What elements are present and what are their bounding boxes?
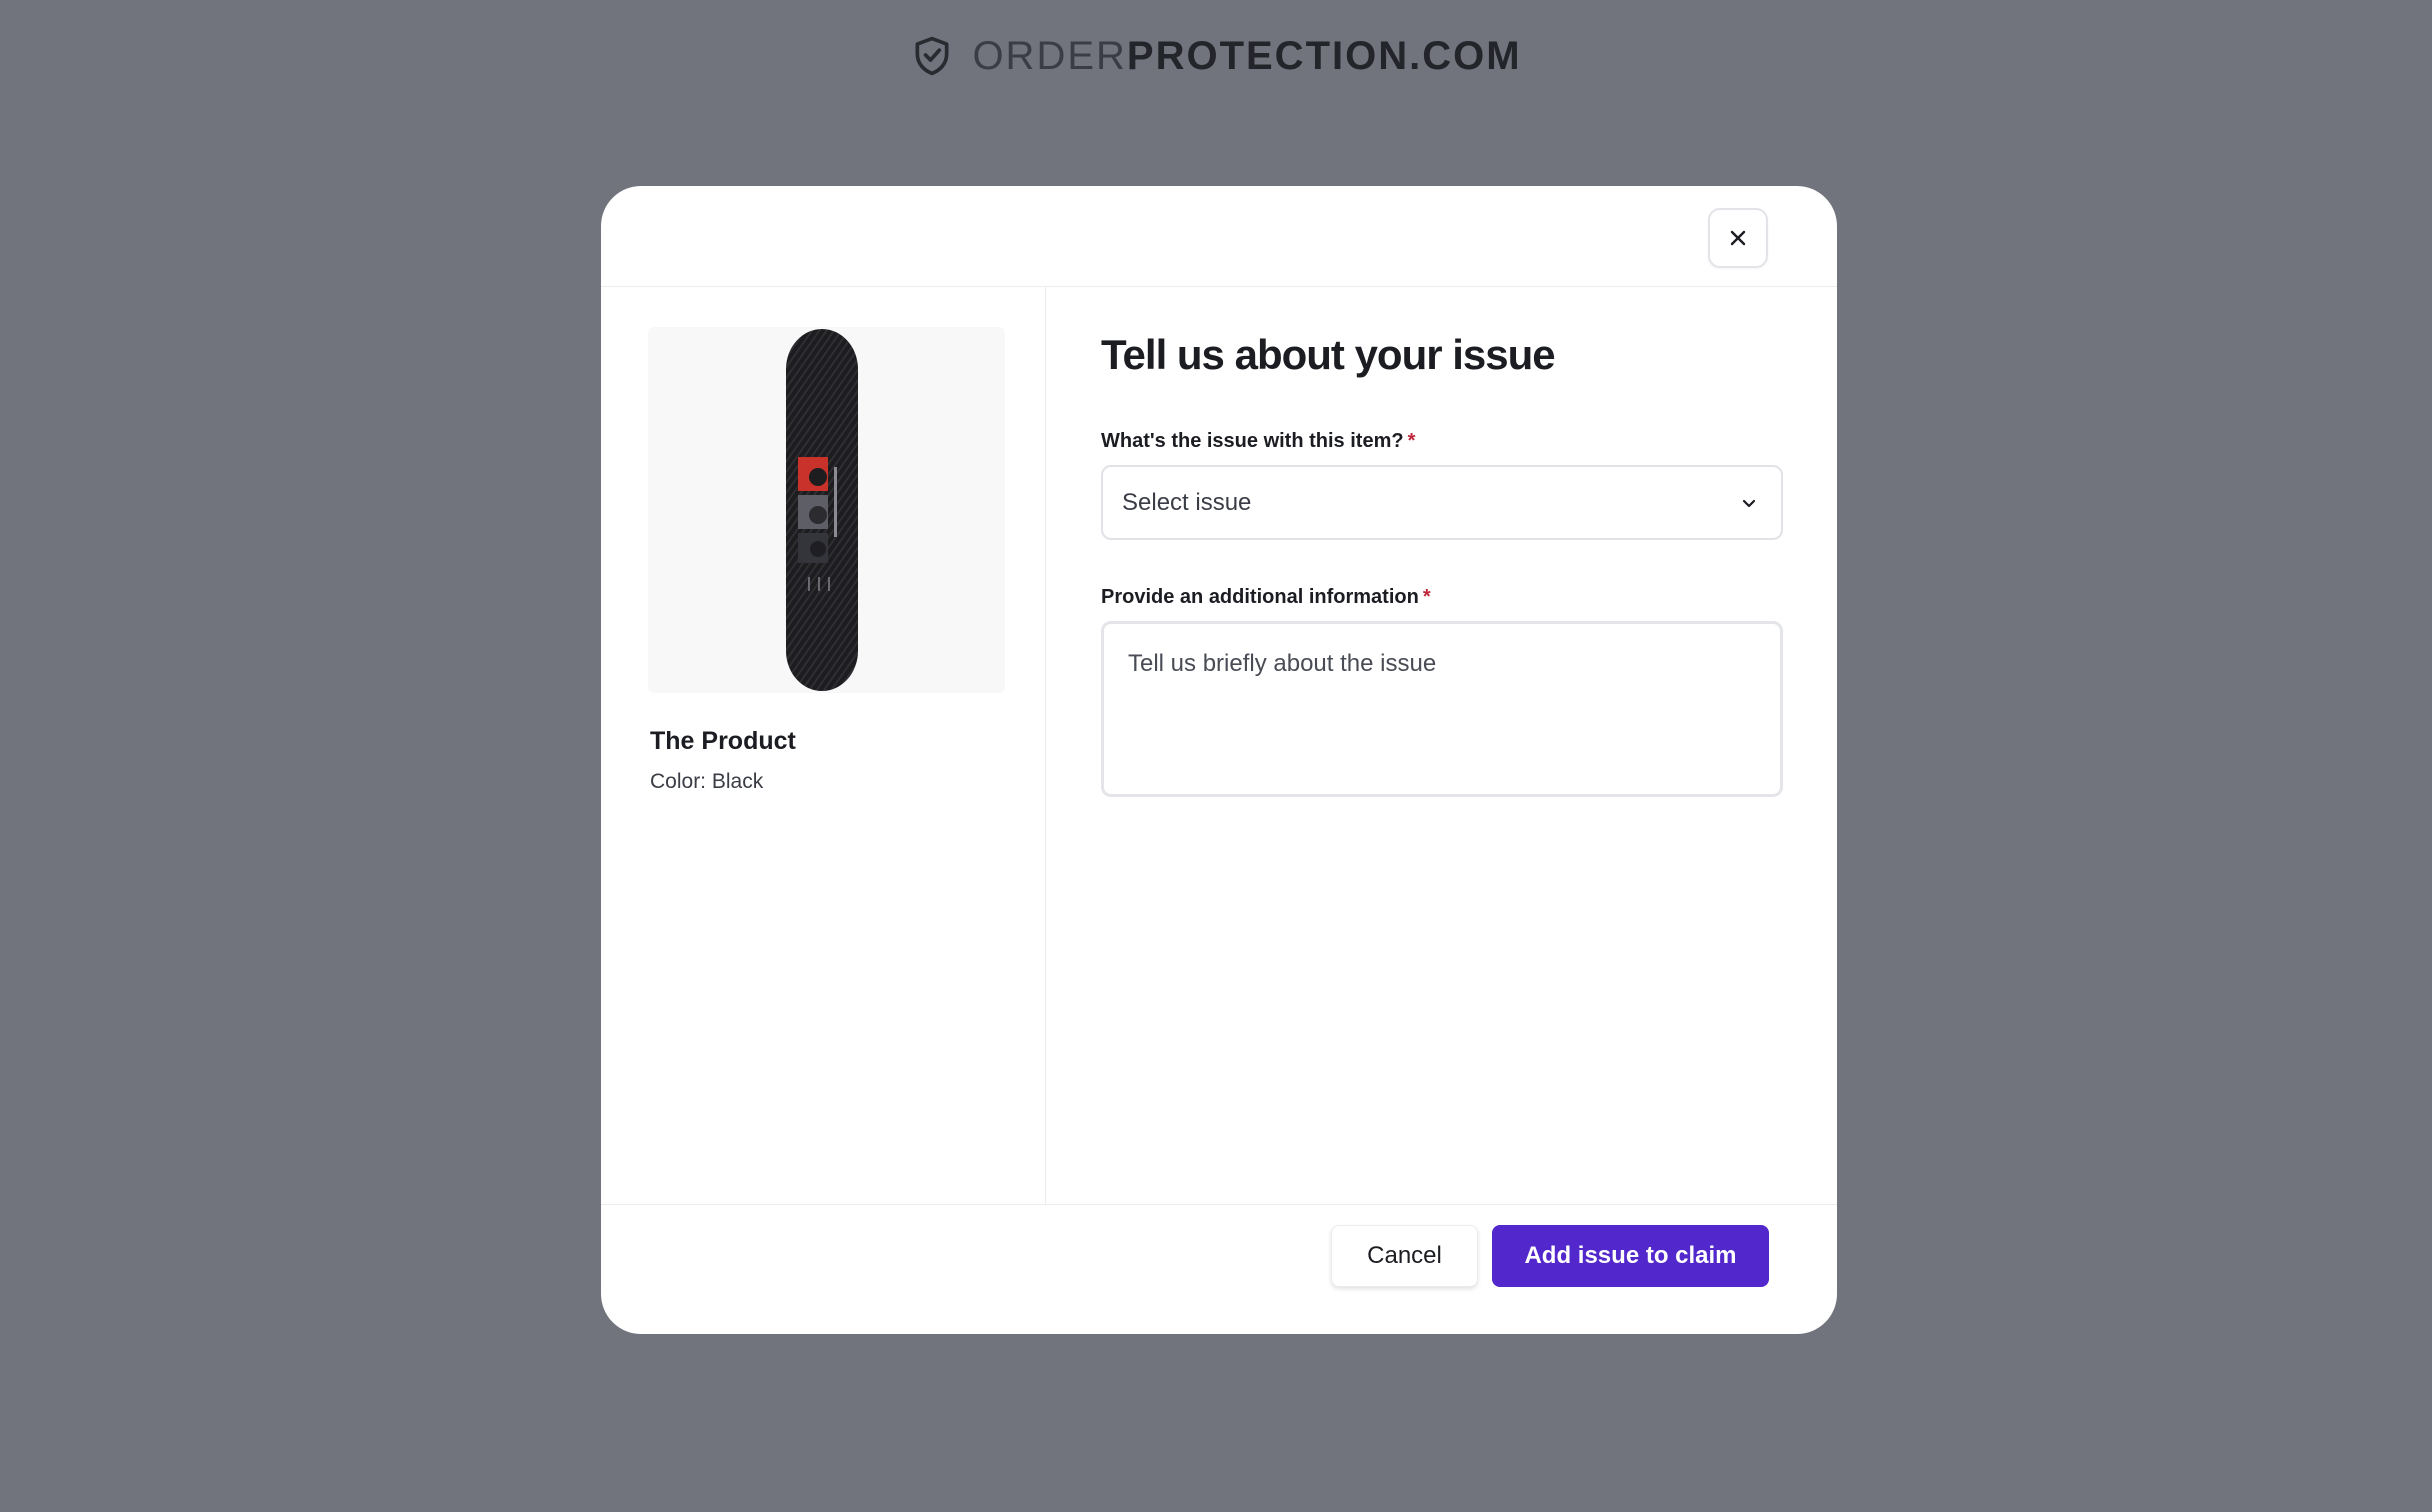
shield-check-icon xyxy=(915,36,949,76)
required-mark: * xyxy=(1422,586,1431,608)
issue-modal: The Product Color: Black Tell us about y… xyxy=(601,186,1837,1334)
chevron-down-icon xyxy=(1742,499,1756,508)
brand-name: ORDERPROTECTION.COM xyxy=(972,30,1521,82)
info-textarea-placeholder: Tell us briefly about the issue xyxy=(1128,650,1437,677)
brand-name-light: ORDER xyxy=(972,34,1127,78)
snowboard-image xyxy=(786,329,858,691)
issue-select-placeholder: Select issue xyxy=(1122,488,1252,516)
required-mark: * xyxy=(1407,430,1416,452)
brand-name-bold: PROTECTION.COM xyxy=(1126,34,1522,78)
info-label-text: Provide an additional information xyxy=(1101,586,1419,608)
close-button[interactable] xyxy=(1708,208,1768,268)
cancel-button[interactable]: Cancel xyxy=(1331,1225,1478,1287)
issue-label: What's the issue with this item? * xyxy=(1101,430,1415,453)
product-color: Color: Black xyxy=(650,770,764,793)
modal-body: The Product Color: Black Tell us about y… xyxy=(601,287,1837,1204)
product-name: The Product xyxy=(650,727,796,755)
modal-title: Tell us about your issue xyxy=(1101,331,1556,378)
info-textarea[interactable]: Tell us briefly about the issue xyxy=(1101,621,1783,797)
modal-footer: Cancel Add issue to claim xyxy=(601,1204,1837,1334)
issue-select[interactable]: Select issue xyxy=(1101,465,1783,540)
brand-header: ORDERPROTECTION.COM xyxy=(0,30,2432,82)
product-panel: The Product Color: Black xyxy=(601,287,1046,1204)
add-issue-button[interactable]: Add issue to claim xyxy=(1492,1225,1769,1287)
info-label: Provide an additional information * xyxy=(1101,586,1431,609)
issue-label-text: What's the issue with this item? xyxy=(1101,430,1404,452)
issue-form: Tell us about your issue What's the issu… xyxy=(1046,287,1837,1204)
product-image xyxy=(648,327,1005,693)
close-icon xyxy=(1730,230,1746,246)
modal-header xyxy=(601,186,1837,287)
